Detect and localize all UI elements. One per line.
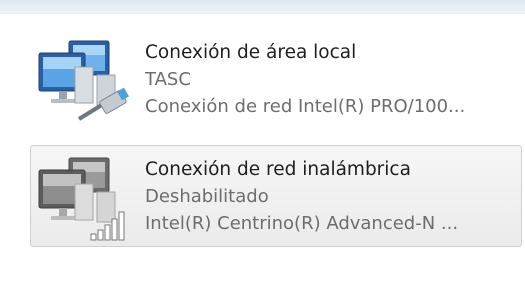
connection-status: Deshabilitado [145, 186, 269, 207]
connection-item-wireless[interactable]: Conexión de red inalámbrica Deshabilitad… [30, 145, 522, 247]
connection-item-lan[interactable]: Conexión de área local TASC Conexión de … [30, 28, 522, 130]
wired-network-icon [38, 40, 129, 121]
window-top-bar [0, 0, 525, 14]
connection-device: Intel(R) Centrino(R) Advanced-N ... [145, 213, 459, 234]
connection-device: Conexión de red Intel(R) PRO/100... [145, 96, 466, 117]
connection-name: Conexión de red inalámbrica [145, 159, 411, 180]
wireless-network-icon [38, 157, 125, 241]
connection-name: Conexión de área local [145, 42, 357, 63]
connection-status: TASC [145, 69, 191, 90]
